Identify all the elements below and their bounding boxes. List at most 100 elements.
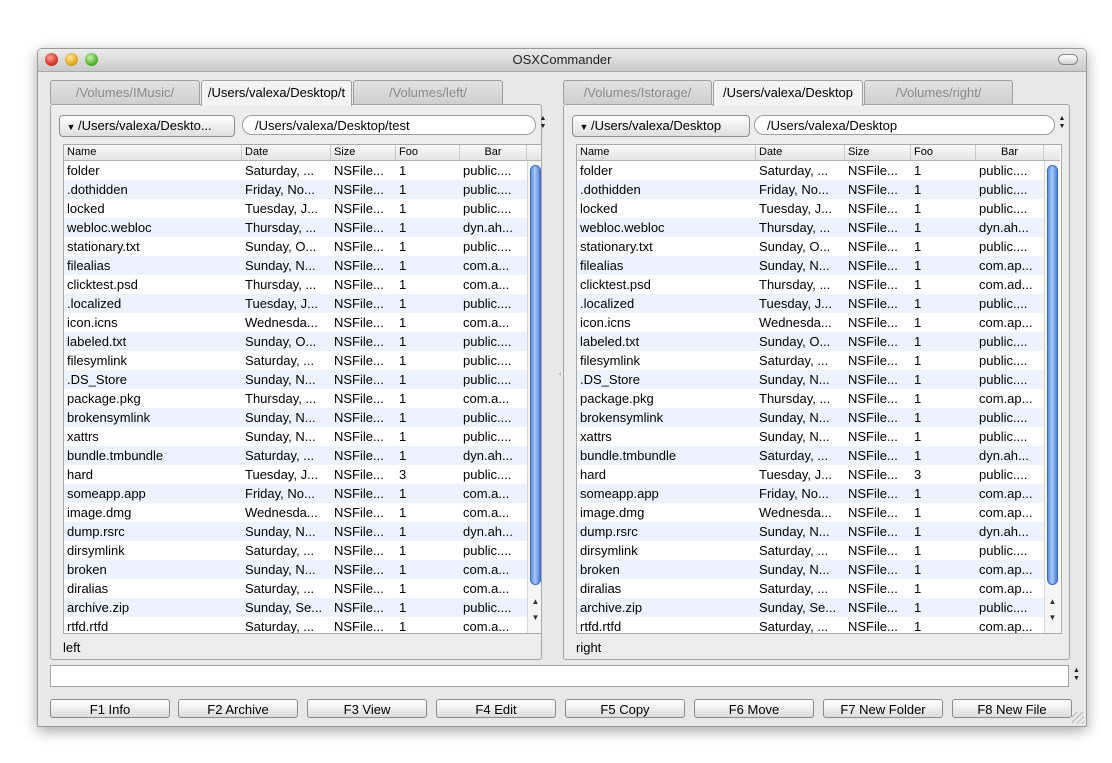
table-row[interactable]: clicktest.psd Thursday, ... NSFile... 1 com.… <box>577 275 1044 294</box>
right-tab-3[interactable]: /Volumes/right/ <box>864 80 1013 104</box>
resize-grip-icon[interactable] <box>1072 712 1084 724</box>
table-row[interactable]: icon.icns Wednesda... NSFile... 1 com.ap... <box>577 313 1044 332</box>
table-row[interactable]: dump.rsrc Sunday, N... NSFile... 1 dyn.ah... <box>577 522 1044 541</box>
table-row[interactable]: locked Tuesday, J... NSFile... 1 public.... <box>64 199 527 218</box>
function-key-button-f7[interactable]: F7 New Folder <box>823 699 943 718</box>
table-row[interactable]: broken Sunday, N... NSFile... 1 com.ap... <box>577 560 1044 579</box>
table-row[interactable]: rtfd.rtfd Saturday, ... NSFile... 1 com.ap..… <box>577 617 1044 633</box>
table-row[interactable]: filesymlink Saturday, ... NSFile... 1 public… <box>64 351 527 370</box>
right-column-header-size[interactable]: Size <box>845 145 911 160</box>
toolbar-toggle-button[interactable] <box>1058 54 1078 65</box>
table-row[interactable]: stationary.txt Sunday, O... NSFile... 1 publ… <box>577 237 1044 256</box>
table-row[interactable]: folder Saturday, ... NSFile... 1 public.... <box>64 161 527 180</box>
command-line-stepper[interactable]: ▲ ▼ <box>1073 667 1080 683</box>
table-row[interactable]: package.pkg Thursday, ... NSFile... 1 com.a.… <box>64 389 527 408</box>
table-row[interactable]: webloc.webloc Thursday, ... NSFile... 1 dyn.… <box>64 218 527 237</box>
scroll-up-icon[interactable]: ▲ <box>528 595 541 609</box>
table-row[interactable]: icon.icns Wednesda... NSFile... 1 com.a... <box>64 313 527 332</box>
function-key-button-f8[interactable]: F8 New File <box>952 699 1072 718</box>
left-path-stepper[interactable]: ▲ ▼ <box>539 115 547 137</box>
table-cell-name: .dothidden <box>67 182 128 197</box>
table-row[interactable]: folder Saturday, ... NSFile... 1 public.... <box>577 161 1044 180</box>
table-row[interactable]: image.dmg Wednesda... NSFile... 1 com.ap... <box>577 503 1044 522</box>
scroll-down-icon[interactable]: ▼ <box>528 611 541 625</box>
left-tab-2[interactable]: /Users/valexa/Desktop/t <box>201 80 352 106</box>
table-row[interactable]: broken Sunday, N... NSFile... 1 com.a... <box>64 560 527 579</box>
table-row[interactable]: rtfd.rtfd Saturday, ... NSFile... 1 com.a... <box>64 617 527 633</box>
scroll-up-icon[interactable]: ▲ <box>1045 595 1060 609</box>
table-cell-date: Saturday, ... <box>245 353 315 368</box>
table-row[interactable]: xattrs Sunday, N... NSFile... 1 public.... <box>64 427 527 446</box>
left-column-header-date[interactable]: Date <box>242 145 331 160</box>
function-key-button-f2[interactable]: F2 Archive <box>178 699 298 718</box>
table-row[interactable]: brokensymlink Sunday, N... NSFile... 1 publi… <box>64 408 527 427</box>
table-row[interactable]: labeled.txt Sunday, O... NSFile... 1 public.… <box>577 332 1044 351</box>
right-column-header-date[interactable]: Date <box>756 145 845 160</box>
left-path-dropdown[interactable]: ▼/Users/valexa/Deskto... <box>59 115 235 137</box>
right-column-header-name[interactable]: Name <box>577 145 756 160</box>
table-row[interactable]: bundle.tmbundle Saturday, ... NSFile... 1 dy… <box>577 446 1044 465</box>
table-row[interactable]: .localized Tuesday, J... NSFile... 1 public.… <box>577 294 1044 313</box>
command-line-input[interactable] <box>50 665 1069 687</box>
table-row[interactable]: .DS_Store Sunday, N... NSFile... 1 public...… <box>577 370 1044 389</box>
table-row[interactable]: someapp.app Friday, No... NSFile... 1 com.ap… <box>577 484 1044 503</box>
table-cell-size: NSFile... <box>334 239 384 254</box>
left-tab-1[interactable]: /Volumes/IMusic/ <box>50 80 200 104</box>
table-row[interactable]: filealias Sunday, N... NSFile... 1 com.a... <box>64 256 527 275</box>
left-column-header-foo[interactable]: Foo <box>396 145 460 160</box>
table-row[interactable]: dirsymlink Saturday, ... NSFile... 1 public.… <box>577 541 1044 560</box>
table-row[interactable]: archive.zip Sunday, Se... NSFile... 1 public… <box>64 598 527 617</box>
table-row[interactable]: hard Tuesday, J... NSFile... 3 public.... <box>64 465 527 484</box>
table-row[interactable]: .dothidden Friday, No... NSFile... 1 public.… <box>64 180 527 199</box>
right-path-dropdown[interactable]: ▼/Users/valexa/Desktop <box>572 115 750 137</box>
function-key-button-f3[interactable]: F3 View <box>307 699 427 718</box>
table-row[interactable]: .localized Tuesday, J... NSFile... 1 public.… <box>64 294 527 313</box>
left-vertical-scrollbar[interactable]: ▲ ▼ <box>527 161 541 633</box>
right-column-header-foo[interactable]: Foo <box>911 145 976 160</box>
table-row[interactable]: diralias Saturday, ... NSFile... 1 com.a... <box>64 579 527 598</box>
table-row[interactable]: .dothidden Friday, No... NSFile... 1 public.… <box>577 180 1044 199</box>
table-row[interactable]: .DS_Store Sunday, N... NSFile... 1 public...… <box>64 370 527 389</box>
function-key-button-f6[interactable]: F6 Move <box>694 699 814 718</box>
table-row[interactable]: archive.zip Sunday, Se... NSFile... 1 public… <box>577 598 1044 617</box>
table-row[interactable]: dump.rsrc Sunday, N... NSFile... 1 dyn.ah... <box>64 522 527 541</box>
left-column-header-size[interactable]: Size <box>331 145 396 160</box>
scroll-down-icon[interactable]: ▼ <box>1045 611 1060 625</box>
left-column-header-name[interactable]: Name <box>64 145 242 160</box>
right-scrollbar-thumb[interactable] <box>1047 165 1058 585</box>
table-cell-name: hard <box>580 467 607 482</box>
table-cell-name: folder <box>67 163 100 178</box>
table-row[interactable]: filealias Sunday, N... NSFile... 1 com.ap... <box>577 256 1044 275</box>
table-row[interactable]: bundle.tmbundle Saturday, ... NSFile... 1 dy… <box>64 446 527 465</box>
table-row[interactable]: hard Tuesday, J... NSFile... 3 public.... <box>577 465 1044 484</box>
table-row[interactable]: dirsymlink Saturday, ... NSFile... 1 public.… <box>64 541 527 560</box>
function-key-button-f4[interactable]: F4 Edit <box>436 699 556 718</box>
right-path-stepper[interactable]: ▲ ▼ <box>1058 115 1066 137</box>
right-tab-1[interactable]: /Volumes/Istorage/ <box>563 80 712 104</box>
table-row[interactable]: stationary.txt Sunday, O... NSFile... 1 publ… <box>64 237 527 256</box>
panel-splitter[interactable]: ‹ <box>559 369 562 378</box>
function-key-button-f5[interactable]: F5 Copy <box>565 699 685 718</box>
right-column-header-bar[interactable]: Bar <box>976 145 1044 160</box>
table-row[interactable]: brokensymlink Sunday, N... NSFile... 1 publi… <box>577 408 1044 427</box>
table-row[interactable]: labeled.txt Sunday, O... NSFile... 1 public.… <box>64 332 527 351</box>
left-path-field[interactable]: /Users/valexa/Desktop/test <box>242 115 536 135</box>
table-row[interactable]: webloc.webloc Thursday, ... NSFile... 1 dyn.… <box>577 218 1044 237</box>
table-row[interactable]: package.pkg Thursday, ... NSFile... 1 com.ap… <box>577 389 1044 408</box>
function-key-button-f1[interactable]: F1 Info <box>50 699 170 718</box>
left-tab-3[interactable]: /Volumes/left/ <box>353 80 503 104</box>
right-vertical-scrollbar[interactable]: ▲ ▼ <box>1044 161 1060 633</box>
table-row[interactable]: someapp.app Friday, No... NSFile... 1 com.a.… <box>64 484 527 503</box>
table-row[interactable]: clicktest.psd Thursday, ... NSFile... 1 com.… <box>64 275 527 294</box>
title-bar[interactable]: OSXCommander <box>38 49 1086 72</box>
table-row[interactable]: locked Tuesday, J... NSFile... 1 public.... <box>577 199 1044 218</box>
table-cell-foo: 1 <box>914 277 922 292</box>
right-tab-2[interactable]: /Users/valexa/Desktop <box>713 80 863 106</box>
table-row[interactable]: diralias Saturday, ... NSFile... 1 com.ap... <box>577 579 1044 598</box>
left-scrollbar-thumb[interactable] <box>530 165 541 585</box>
left-column-header-bar[interactable]: Bar <box>460 145 527 160</box>
right-path-field[interactable]: /Users/valexa/Desktop <box>754 115 1055 135</box>
table-row[interactable]: filesymlink Saturday, ... NSFile... 1 public… <box>577 351 1044 370</box>
table-row[interactable]: image.dmg Wednesda... NSFile... 1 com.a... <box>64 503 527 522</box>
table-row[interactable]: xattrs Sunday, N... NSFile... 1 public.... <box>577 427 1044 446</box>
